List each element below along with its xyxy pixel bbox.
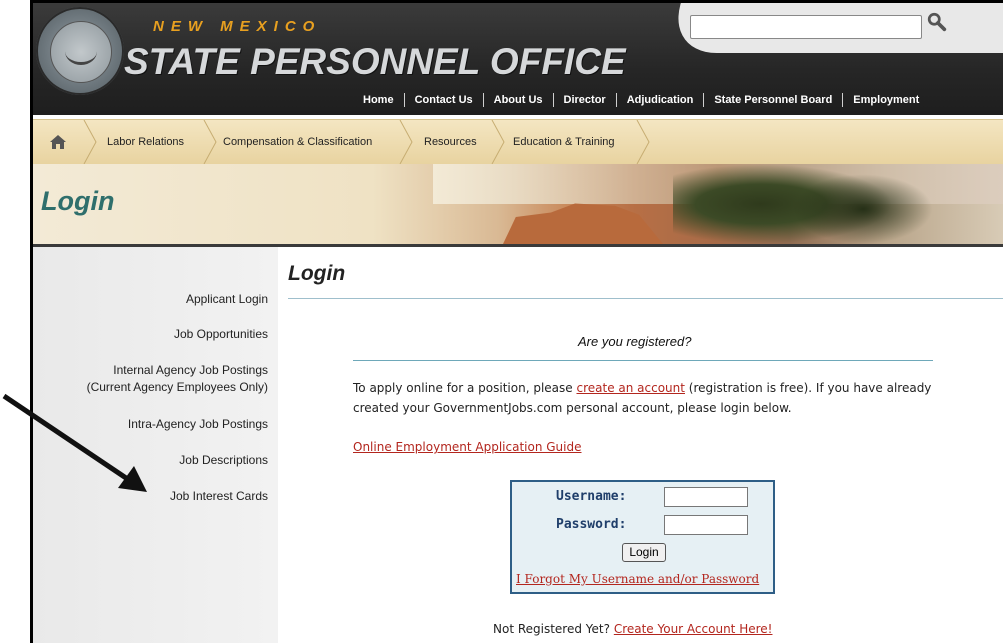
home-icon[interactable] (49, 134, 67, 150)
page-banner: Login (33, 164, 1003, 244)
sidebar-item-applicant-login[interactable]: Applicant Login (186, 291, 268, 308)
application-guide-link[interactable]: Online Employment Application Guide (353, 440, 582, 454)
nav-director[interactable]: Director (552, 93, 616, 107)
search-icon[interactable] (926, 11, 958, 37)
registered-divider (353, 360, 933, 361)
cat-labor-relations[interactable]: Labor Relations (107, 120, 184, 164)
sidebar-item-internal-agency-job-postings[interactable]: Internal Agency Job Postings (113, 362, 268, 379)
banner-mesa-image (503, 203, 663, 244)
nav-adjudication[interactable]: Adjudication (615, 93, 704, 107)
site-header: NEW MEXICO STATE PERSONNEL OFFICE Home C… (33, 3, 1003, 115)
category-bar: Labor Relations Compensation & Classific… (33, 119, 1003, 165)
nav-state-personnel-board[interactable]: State Personnel Board (703, 93, 842, 107)
nav-contact-us[interactable]: Contact Us (403, 93, 483, 107)
create-account-here-link[interactable]: Create Your Account Here! (614, 622, 773, 636)
sidebar-item-job-interest-cards[interactable]: Job Interest Cards (170, 488, 268, 505)
search-input[interactable] (690, 15, 922, 39)
banner-title: Login (41, 186, 115, 216)
username-label: Username: (556, 489, 627, 504)
chevron-divider-icon (399, 120, 413, 164)
annotation-arrow-icon (2, 393, 147, 492)
forgot-credentials-link[interactable]: I Forgot My Username and/or Password (516, 572, 759, 586)
chevron-divider-icon (491, 120, 505, 164)
cat-resources[interactable]: Resources (424, 120, 477, 164)
sidebar-item-job-opportunities[interactable]: Job Opportunities (174, 326, 268, 343)
username-field[interactable] (664, 487, 748, 507)
not-registered-label: Not Registered Yet? (493, 622, 614, 636)
login-button[interactable]: Login (622, 543, 666, 562)
intro-text: To apply online for a position, please c… (353, 378, 943, 418)
nav-about-us[interactable]: About Us (482, 93, 553, 107)
page-title: Login (288, 262, 346, 285)
title-divider (288, 298, 1003, 299)
registered-heading: Are you registered? (578, 334, 692, 349)
nav-employment[interactable]: Employment (842, 93, 929, 107)
brand-title: STATE PERSONNEL OFFICE (124, 41, 626, 82)
login-form: Username: Password: Login I Forgot My Us… (510, 480, 775, 594)
brand-subtitle: NEW MEXICO (153, 18, 322, 35)
password-field[interactable] (664, 515, 748, 535)
intro-text-pre: To apply online for a position, please (353, 381, 577, 395)
chevron-divider-icon (636, 120, 650, 164)
cat-compensation-classification[interactable]: Compensation & Classification (223, 120, 372, 164)
sidebar-item-job-descriptions[interactable]: Job Descriptions (179, 452, 268, 469)
chevron-divider-icon (83, 120, 97, 164)
create-account-link[interactable]: create an account (576, 381, 685, 395)
cat-education-training[interactable]: Education & Training (513, 120, 615, 164)
chevron-divider-icon (203, 120, 217, 164)
nav-home[interactable]: Home (353, 93, 404, 107)
banner-tree-image (793, 174, 933, 244)
state-seal-logo[interactable] (36, 7, 124, 95)
top-navigation: Home Contact Us About Us Director Adjudi… (353, 91, 929, 111)
not-registered-text: Not Registered Yet? Create Your Account … (493, 622, 772, 636)
password-label: Password: (556, 517, 627, 532)
